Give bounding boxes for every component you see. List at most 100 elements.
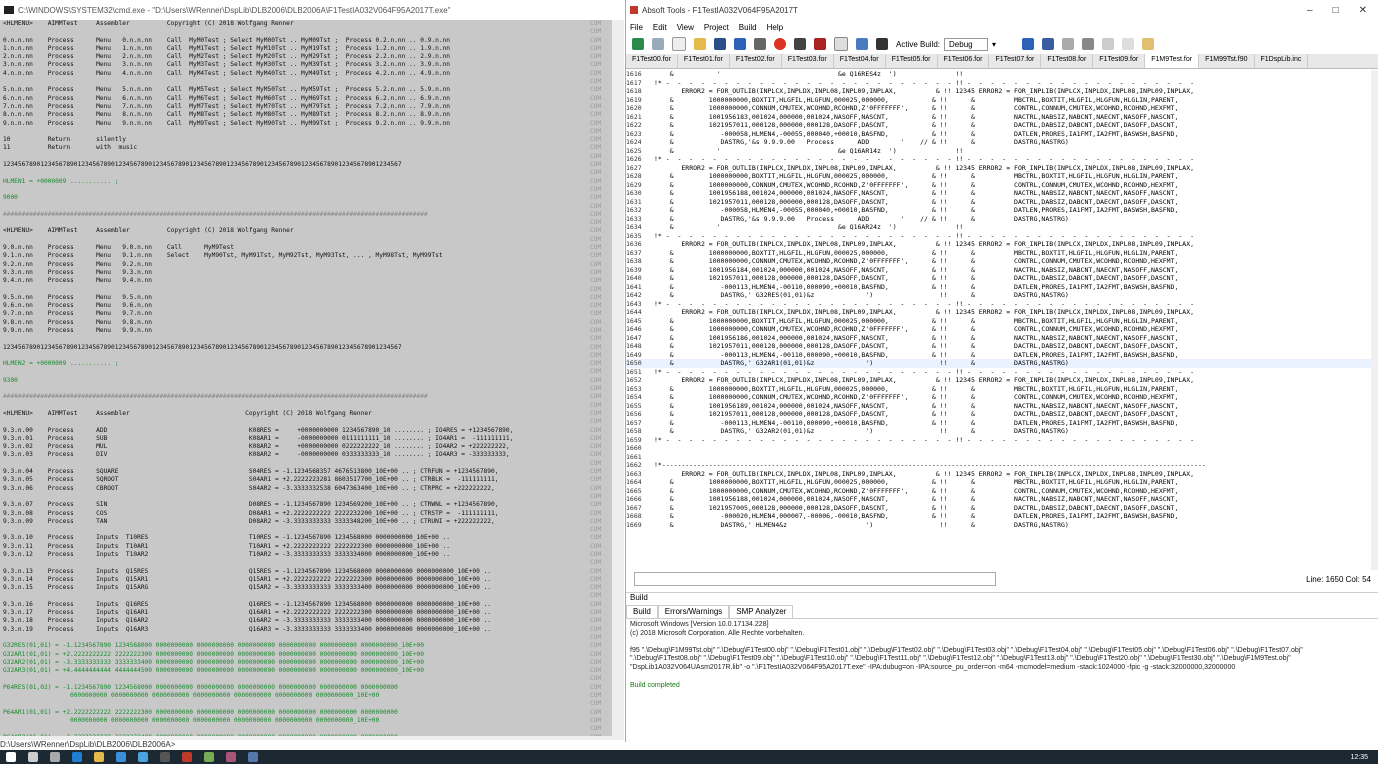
- editor-scrollbar[interactable]: [1371, 70, 1378, 570]
- run-icon[interactable]: [794, 38, 806, 50]
- menu-view[interactable]: View: [677, 23, 694, 32]
- document-icon[interactable]: [834, 37, 848, 51]
- code-line[interactable]: 1626 !* - - - - - - - - - - - - - - - - -…: [626, 155, 1371, 164]
- file-tab[interactable]: F1Test03.for: [782, 54, 834, 68]
- menu-help[interactable]: Help: [767, 23, 783, 32]
- search-icon[interactable]: [28, 752, 38, 762]
- open-folder-icon[interactable]: [694, 38, 706, 50]
- code-line[interactable]: 1643 !* - - - - - - - - - - - - - - - - -…: [626, 300, 1371, 309]
- code-line[interactable]: 1664 & 1000000000,BOXTIT,HLGFIL,HLGFUN,0…: [626, 478, 1371, 487]
- build-tab[interactable]: Errors/Warnings: [657, 605, 730, 618]
- code-line[interactable]: 1634 & ' &e Q16AR24z ') !!: [626, 223, 1371, 232]
- code-line[interactable]: 1622 & 1021957011,000128,000000,000128,D…: [626, 121, 1371, 130]
- code-line[interactable]: 1641 & -000113,HLMEN4,-00110,000090,+000…: [626, 283, 1371, 292]
- absoft-ide-window[interactable]: Absoft Tools - F1TestIA032V064F95A2017T …: [625, 0, 1378, 742]
- file-tab[interactable]: F1Test07.for: [989, 54, 1042, 68]
- code-line[interactable]: 1619 & 1000000000,BOXTIT,HLGFIL,HLGFUN,0…: [626, 96, 1371, 105]
- file-tab[interactable]: F1Test08.for: [1041, 54, 1094, 68]
- code-line[interactable]: 1623 & -000058,HLMEN4,-00055,000040,+000…: [626, 130, 1371, 139]
- code-line[interactable]: 1616 & ' &e Q16RES4z ') !!: [626, 70, 1371, 79]
- code-line[interactable]: 1640 & 1021957011,000128,000000,000128,D…: [626, 274, 1371, 283]
- code-line[interactable]: 1631 & 1021957011,000128,000000,000128,D…: [626, 198, 1371, 207]
- task-view-icon[interactable]: [50, 752, 60, 762]
- code-line[interactable]: 1632 & -000058,HLMEN4,-00055,000040,+000…: [626, 206, 1371, 215]
- grid-icon[interactable]: [1082, 38, 1095, 50]
- menu-build[interactable]: Build: [739, 23, 757, 32]
- file-tab[interactable]: F1DspLib.inc: [1255, 54, 1309, 68]
- code-line[interactable]: 1645 & 1000000000,BOXTIT,HLGFIL,HLGFUN,0…: [626, 317, 1371, 326]
- code-editor[interactable]: 1616 & ' &e Q16RES4z ') !! 1617 !* - - - -…: [626, 70, 1371, 570]
- file-tab[interactable]: F1M9Test.for: [1145, 54, 1200, 68]
- code-line[interactable]: 1660: [626, 444, 1371, 453]
- cmd-window[interactable]: C:\WINDOWS\SYSTEM32\cmd.exe - "D:\Users\…: [0, 0, 624, 750]
- build-tab[interactable]: Build: [626, 605, 658, 618]
- absoft-icon[interactable]: [182, 752, 192, 762]
- code-line[interactable]: 1644 ERROR2 = FOR_OUTLIB(INPLCX,INPLDX,I…: [626, 308, 1371, 317]
- code-line[interactable]: 1627 ERROR2 = FOR_OUTLIB(INPLCX,INPLDX,I…: [626, 164, 1371, 173]
- clean-icon[interactable]: [754, 38, 766, 50]
- code-line[interactable]: 1656 & 1021957011,000128,000000,000128,D…: [626, 410, 1371, 419]
- code-line[interactable]: 1659 !* - - - - - - - - - - - - - - - - -…: [626, 436, 1371, 445]
- file-tab[interactable]: F1Test09.for: [1093, 54, 1146, 68]
- function-selector[interactable]: [634, 572, 996, 586]
- menu-file[interactable]: File: [630, 23, 643, 32]
- code-line[interactable]: 1636 ERROR2 = FOR_OUTLIB(INPLCX,INPLDX,I…: [626, 240, 1371, 249]
- code-line[interactable]: 1652 ERROR2 = FOR_OUTLIB(INPLCX,INPLDX,I…: [626, 376, 1371, 385]
- code-line[interactable]: 1633 & DASTRG,'&s 9.9.9.00 Process ADD '…: [626, 215, 1371, 224]
- file-tab[interactable]: F1Test01.for: [678, 54, 730, 68]
- code-line[interactable]: 1625 & ' &e Q16AR14z ') !!: [626, 147, 1371, 156]
- active-build-dropdown[interactable]: Debug: [944, 37, 989, 51]
- code-line[interactable]: 1629 & 1000000000,CONNUM,CMUTEX,WCOHND,R…: [626, 181, 1371, 190]
- code-line[interactable]: 1639 & 1001956184,001024,000000,001024,N…: [626, 266, 1371, 275]
- code-line[interactable]: 1617 !* - - - - - - - - - - - - - - - - -…: [626, 79, 1371, 88]
- code-line[interactable]: 1669 & DASTRG,' HLMEN4&z ') !! & DASTRG,…: [626, 521, 1371, 530]
- code-line[interactable]: 1647 & 1001956186,001024,000000,001024,N…: [626, 334, 1371, 343]
- ide-titlebar[interactable]: Absoft Tools - F1TestIA032V064F95A2017T …: [626, 0, 1378, 20]
- code-line[interactable]: 1650 & DASTRG,' G32AR1(01,01)&z ') !! & …: [626, 359, 1371, 368]
- ie-icon[interactable]: [116, 752, 126, 762]
- code-line[interactable]: 1654 & 1000000000,CONNUM,CMUTEX,WCOHND,R…: [626, 393, 1371, 402]
- code-line[interactable]: 1666 & 1001956188,001024,000000,001024,N…: [626, 495, 1371, 504]
- paste-icon[interactable]: [1142, 38, 1155, 50]
- app-icon[interactable]: [204, 752, 214, 762]
- save-icon[interactable]: [714, 38, 726, 50]
- code-line[interactable]: 1661: [626, 453, 1371, 462]
- back-icon[interactable]: [632, 38, 644, 50]
- code-line[interactable]: 1646 & 1000000000,CONNUM,CMUTEX,WCOHND,R…: [626, 325, 1371, 334]
- menu-project[interactable]: Project: [704, 23, 729, 32]
- stop-icon[interactable]: [774, 38, 786, 50]
- code-line[interactable]: 1635 !* - - - - - - - - - - - - - - - - -…: [626, 232, 1371, 241]
- cmd-vertical-scrollbar[interactable]: [612, 20, 624, 736]
- file-tab[interactable]: F1Test05.for: [886, 54, 938, 68]
- debug-icon[interactable]: [814, 38, 826, 50]
- code-line[interactable]: 1662 !*----------------------------------…: [626, 461, 1371, 470]
- close-button[interactable]: ✕: [1359, 5, 1367, 16]
- build-tab[interactable]: SMP Analyzer: [729, 605, 794, 618]
- code-line[interactable]: 1668 & -000020,HLMEN4,000007,-00006,-000…: [626, 512, 1371, 521]
- code-line[interactable]: 1642 & DASTRG,' G32RES(01,01)&z ') !! & …: [626, 291, 1371, 300]
- code-line[interactable]: 1628 & 1000000000,BOXTIT,HLGFIL,HLGFUN,0…: [626, 172, 1371, 181]
- maximize-button[interactable]: □: [1333, 5, 1339, 16]
- code-line[interactable]: 1637 & 1000000000,BOXTIT,HLGFIL,HLGFUN,0…: [626, 249, 1371, 258]
- code-line[interactable]: 1649 & -000113,HLMEN4,-00110,000090,+000…: [626, 351, 1371, 360]
- copy-icon[interactable]: [1122, 38, 1135, 50]
- list-icon[interactable]: [1062, 38, 1075, 50]
- code-line[interactable]: 1665 & 1000000000,CONNUM,CMUTEX,WCOHND,R…: [626, 487, 1371, 496]
- forward-icon[interactable]: [652, 38, 664, 50]
- cmd-titlebar[interactable]: C:\WINDOWS\SYSTEM32\cmd.exe - "D:\Users\…: [0, 0, 624, 20]
- minimize-button[interactable]: –: [1307, 5, 1313, 16]
- build-hammer-icon[interactable]: [734, 38, 746, 50]
- file-tab[interactable]: F1Test06.for: [938, 54, 990, 68]
- file-tab[interactable]: F1Test04.for: [834, 54, 886, 68]
- code-line[interactable]: 1658 & DASTRG,' G32AR2(01,01)&z ') !! & …: [626, 427, 1371, 436]
- explorer-icon[interactable]: [94, 752, 104, 762]
- windows-start-icon[interactable]: [6, 752, 16, 762]
- menu-edit[interactable]: Edit: [653, 23, 667, 32]
- edit-doc-icon[interactable]: [856, 38, 868, 50]
- code-line[interactable]: 1667 & 1021957005,000128,000000,000128,D…: [626, 504, 1371, 513]
- code-line[interactable]: 1648 & 1021957011,000128,000000,000128,D…: [626, 342, 1371, 351]
- new-file-icon[interactable]: [672, 37, 686, 51]
- code-line[interactable]: 1663 ERROR2 = FOR_OUTLIB(INPLCX,INPLDX,I…: [626, 470, 1371, 479]
- file-tab[interactable]: F1Test00.for: [626, 54, 678, 68]
- code-line[interactable]: 1621 & 1001956183,001024,000000,001024,N…: [626, 113, 1371, 122]
